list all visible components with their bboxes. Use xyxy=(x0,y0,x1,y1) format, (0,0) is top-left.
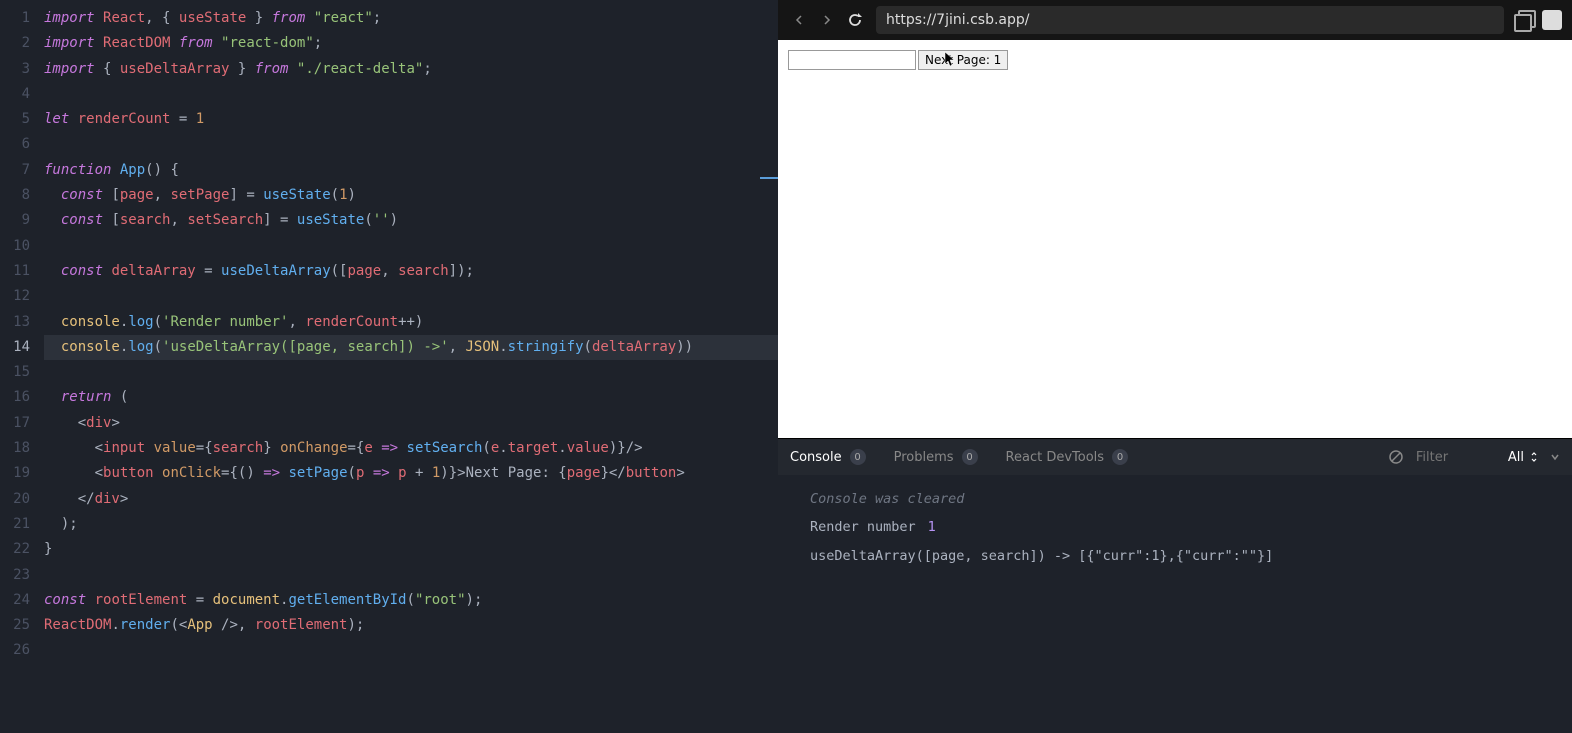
code-line[interactable]: </div> xyxy=(44,487,778,512)
reload-button[interactable] xyxy=(844,9,866,31)
code-line[interactable]: import { useDeltaArray } from "./react-d… xyxy=(44,57,778,82)
code-line[interactable] xyxy=(44,360,778,385)
code-line[interactable] xyxy=(44,638,778,663)
search-input[interactable] xyxy=(788,50,916,70)
editor-decoration xyxy=(760,177,778,179)
next-page-button[interactable]: Next Page: 1 xyxy=(918,50,1008,70)
code-line[interactable]: console.log('useDeltaArray([page, search… xyxy=(44,335,778,360)
tab-badge: 0 xyxy=(850,449,866,465)
code-line[interactable]: ReactDOM.render(<App />, rootElement); xyxy=(44,613,778,638)
code-line[interactable]: function App() { xyxy=(44,158,778,183)
line-number-gutter: 1234567891011121314151617181920212223242… xyxy=(0,0,44,733)
code-line[interactable]: <button onClick={() => setPage(p => p + … xyxy=(44,461,778,486)
console-message: useDeltaArray([page, search]) -> [{"curr… xyxy=(778,542,1572,570)
browser-toolbar: https://7jini.csb.app/ xyxy=(778,0,1572,40)
chevron-left-icon xyxy=(794,15,804,25)
console-filter-input[interactable] xyxy=(1416,450,1496,465)
open-window-icon[interactable] xyxy=(1514,10,1534,30)
log-level-value: All xyxy=(1508,450,1524,465)
code-line[interactable]: return ( xyxy=(44,385,778,410)
devtools-tabs: Console 0 Problems 0 React DevTools 0 All xyxy=(778,439,1572,475)
clear-console-icon[interactable] xyxy=(1388,449,1404,465)
preview-pane: https://7jini.csb.app/ Next Page: 1 Cons… xyxy=(778,0,1572,733)
tab-badge: 0 xyxy=(962,449,978,465)
code-line[interactable] xyxy=(44,82,778,107)
log-level-select[interactable]: All xyxy=(1508,450,1538,465)
devtools-panel: Console 0 Problems 0 React DevTools 0 All Con… xyxy=(778,438,1572,733)
code-line[interactable]: } xyxy=(44,537,778,562)
console-output[interactable]: Console was cleared Render number1useDel… xyxy=(778,475,1572,733)
back-button[interactable] xyxy=(788,9,810,31)
chevron-right-icon xyxy=(822,15,832,25)
code-content[interactable]: import React, { useState } from "react";… xyxy=(44,0,778,733)
console-cleared-message: Console was cleared xyxy=(778,485,1572,513)
tab-badge: 0 xyxy=(1112,449,1128,465)
code-line[interactable]: import React, { useState } from "react"; xyxy=(44,6,778,31)
code-line[interactable]: <div> xyxy=(44,411,778,436)
tab-label: Problems xyxy=(894,450,954,465)
reload-icon xyxy=(847,12,863,28)
code-line[interactable]: const deltaArray = useDeltaArray([page, … xyxy=(44,259,778,284)
code-line[interactable]: const [page, setPage] = useState(1) xyxy=(44,183,778,208)
code-editor[interactable]: 1234567891011121314151617181920212223242… xyxy=(0,0,778,733)
code-line[interactable]: let renderCount = 1 xyxy=(44,107,778,132)
app-preview[interactable]: Next Page: 1 xyxy=(778,40,1572,438)
devtools-tab-react-devtools[interactable]: React DevTools 0 xyxy=(1006,449,1129,465)
code-line[interactable]: <input value={search} onChange={e => set… xyxy=(44,436,778,461)
console-message: Render number1 xyxy=(778,513,1572,541)
code-line[interactable] xyxy=(44,563,778,588)
code-line[interactable]: ); xyxy=(44,512,778,537)
devtools-tab-problems[interactable]: Problems 0 xyxy=(894,449,978,465)
code-line[interactable] xyxy=(44,234,778,259)
devtools-tab-console[interactable]: Console 0 xyxy=(790,449,866,465)
expand-icon[interactable] xyxy=(1542,10,1562,30)
url-bar[interactable]: https://7jini.csb.app/ xyxy=(876,6,1504,34)
chevron-down-icon[interactable] xyxy=(1550,452,1560,462)
url-text: https://7jini.csb.app/ xyxy=(886,12,1029,28)
code-line[interactable]: console.log('Render number', renderCount… xyxy=(44,310,778,335)
tab-label: Console xyxy=(790,450,842,465)
select-arrows-icon xyxy=(1530,451,1538,463)
code-line[interactable] xyxy=(44,132,778,157)
code-line[interactable] xyxy=(44,284,778,309)
forward-button[interactable] xyxy=(816,9,838,31)
tab-label: React DevTools xyxy=(1006,450,1105,465)
code-line[interactable]: const rootElement = document.getElementB… xyxy=(44,588,778,613)
code-line[interactable]: const [search, setSearch] = useState('') xyxy=(44,208,778,233)
code-line[interactable]: import ReactDOM from "react-dom"; xyxy=(44,31,778,56)
